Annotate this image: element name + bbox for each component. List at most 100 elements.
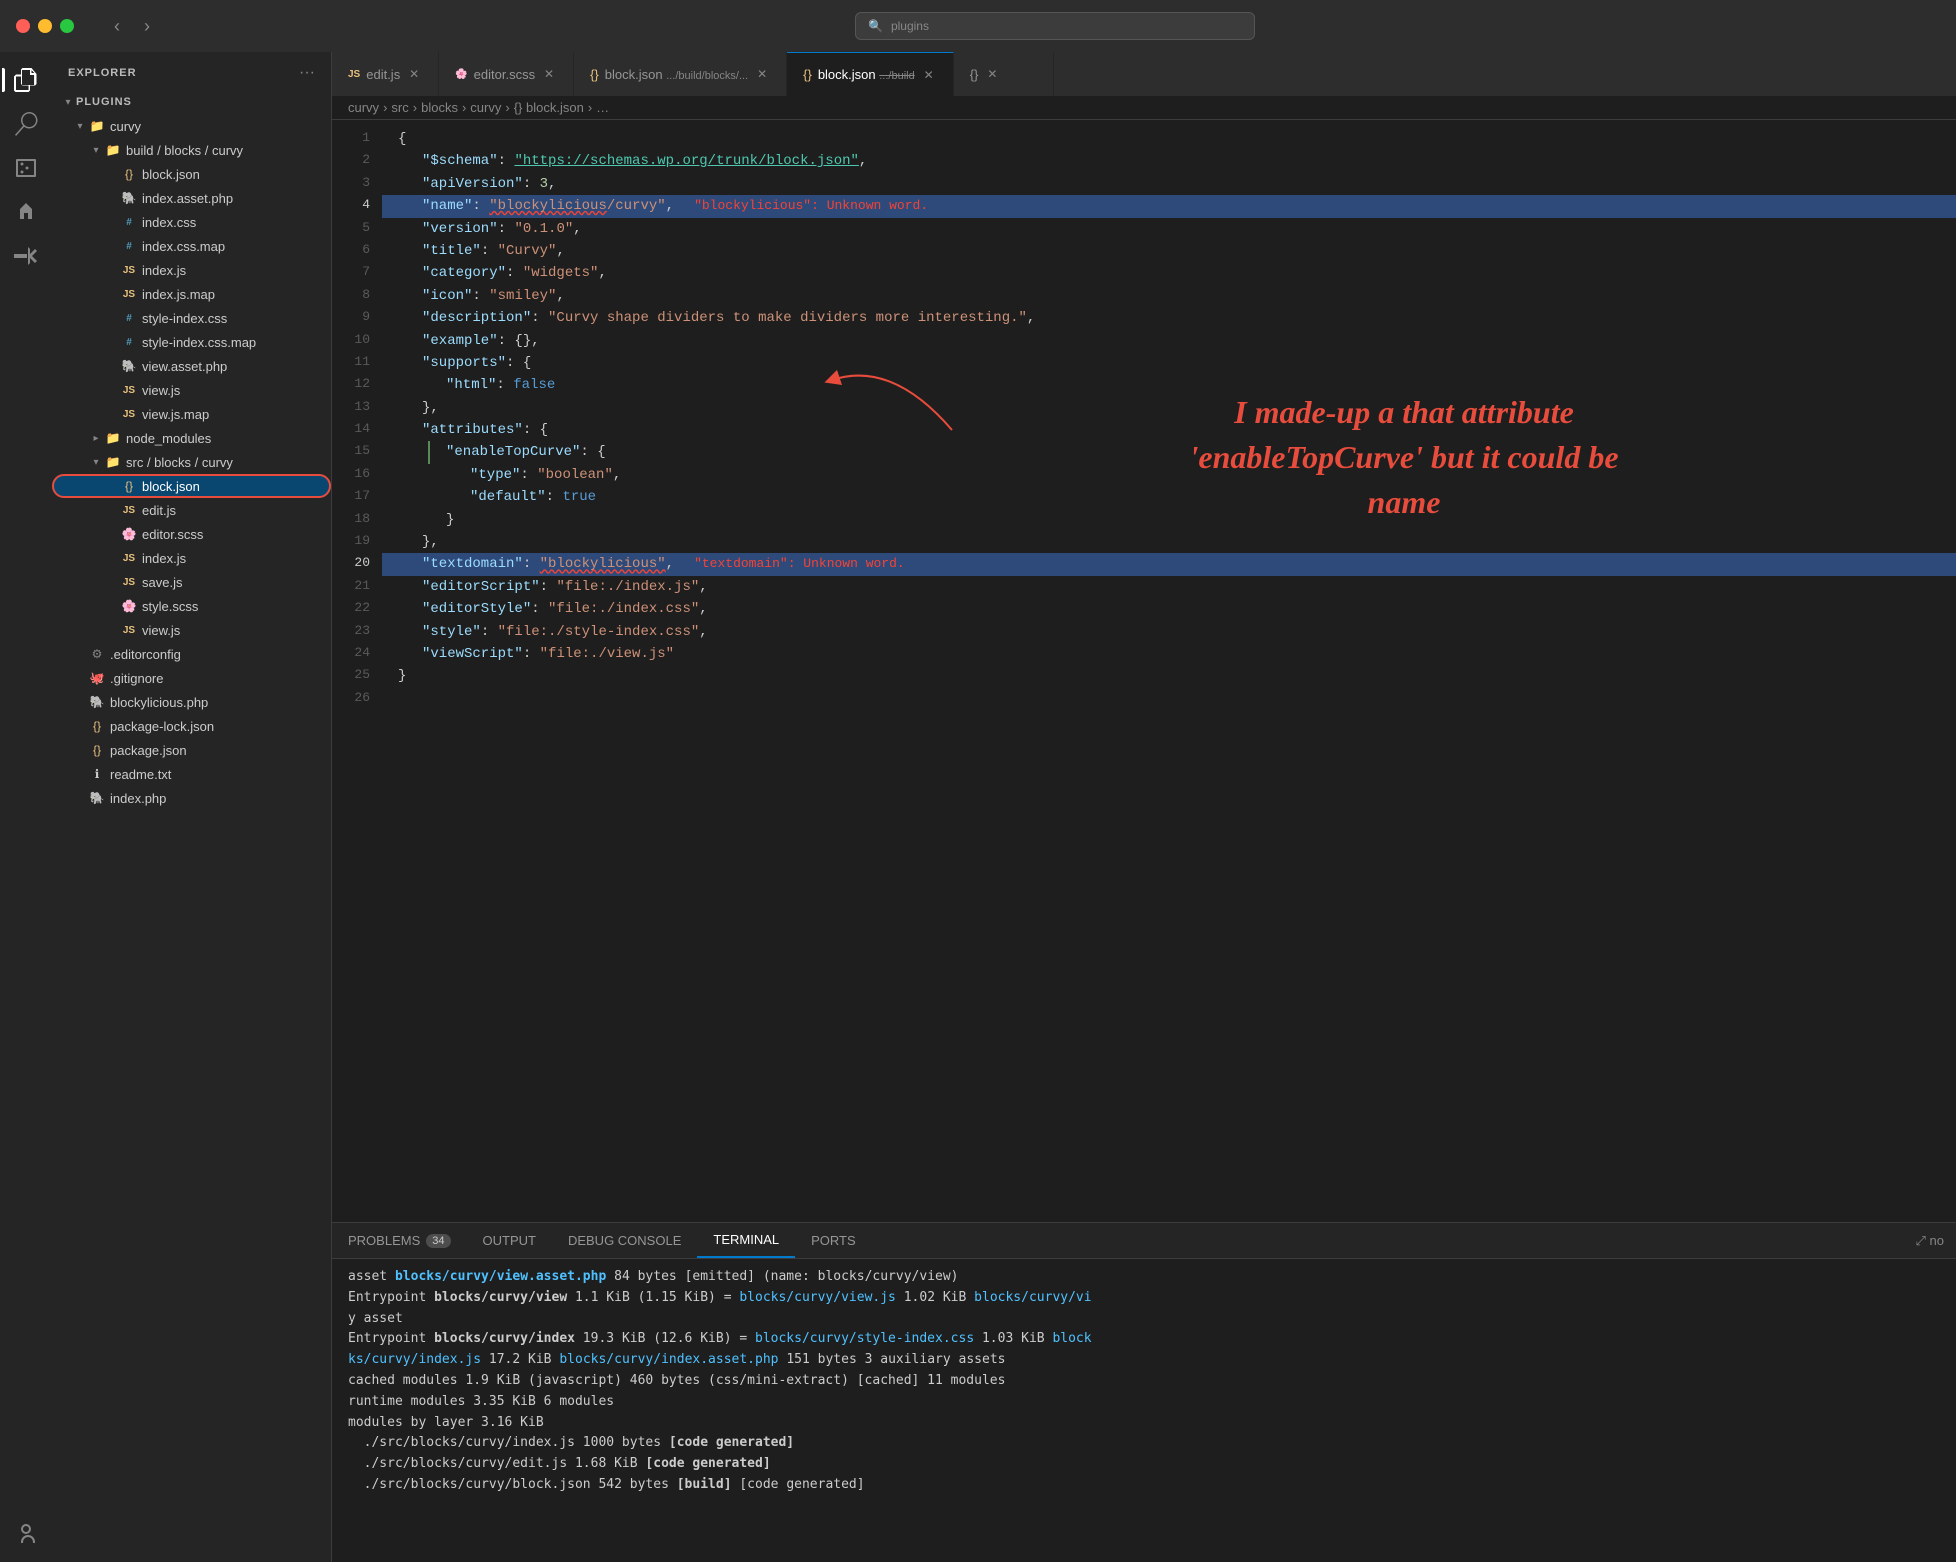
js-icon: JS <box>120 381 138 399</box>
panel-maximize-button[interactable]: ⤢ no <box>1916 1233 1956 1249</box>
code-line: "$schema": "https://schemas.wp.org/trunk… <box>382 150 1956 172</box>
minimize-button[interactable] <box>38 19 52 33</box>
tab-editor-scss[interactable]: 🌸 editor.scss ✕ <box>439 52 574 96</box>
tab-close-button[interactable]: ✕ <box>921 67 937 83</box>
sidebar-item-block-json-src[interactable]: ▸ {} block.json <box>52 474 331 498</box>
plugins-root[interactable]: ▾ PLUGINS <box>52 90 331 114</box>
tree-label: view.js.map <box>142 407 209 422</box>
js-icon: JS <box>120 405 138 423</box>
sidebar-item-editor-scss[interactable]: ▸ 🌸 editor.scss <box>52 522 331 546</box>
sidebar-item-index-asset-php[interactable]: ▸ 🐘 index.asset.php <box>52 186 331 210</box>
sidebar-item-style-index-css-map[interactable]: ▸ # style-index.css.map <box>52 330 331 354</box>
breadcrumb-part[interactable]: curvy <box>348 100 379 115</box>
code-line: "html": false <box>382 374 1956 396</box>
sidebar-item-view-js-map[interactable]: ▸ JS view.js.map <box>52 402 331 426</box>
tab-edit-js[interactable]: JS edit.js ✕ <box>332 52 439 96</box>
tab-close-button[interactable]: ✕ <box>754 66 770 82</box>
sidebar-item-style-scss[interactable]: ▸ 🌸 style.scss <box>52 594 331 618</box>
back-button[interactable]: ‹ <box>106 12 128 41</box>
sidebar-item-blockylicious-php[interactable]: ▸ 🐘 blockylicious.php <box>52 690 331 714</box>
js-icon: JS <box>120 261 138 279</box>
code-editor[interactable]: 1 2 3 4 5 6 7 8 9 10 11 12 13 14 15 16 1 <box>332 120 1956 1222</box>
sidebar-item-index-js-src[interactable]: ▸ JS index.js <box>52 546 331 570</box>
sidebar-item-curvy[interactable]: ▾ 📁 curvy <box>52 114 331 138</box>
explorer-icon[interactable] <box>6 60 46 100</box>
sidebar-item-edit-js[interactable]: ▸ JS edit.js <box>52 498 331 522</box>
code-line: "supports": { <box>382 352 1956 374</box>
breadcrumb-part[interactable]: blocks <box>421 100 458 115</box>
tab-ports[interactable]: PORTS <box>795 1223 872 1258</box>
terminal-line: ./src/blocks/curvy/edit.js 1.68 KiB [cod… <box>348 1454 1940 1475</box>
tree-label: package-lock.json <box>110 719 214 734</box>
sidebar-item-editorconfig[interactable]: ▸ ⚙ .editorconfig <box>52 642 331 666</box>
code-line: "editorScript": "file:./index.js", <box>382 576 1956 598</box>
sidebar-item-node-modules[interactable]: ▸ 📁 node_modules <box>52 426 331 450</box>
panel-tabs: PROBLEMS 34 OUTPUT DEBUG CONSOLE TERMINA… <box>332 1223 1956 1259</box>
breadcrumb-part[interactable]: src <box>391 100 408 115</box>
close-button[interactable] <box>16 19 30 33</box>
source-control-icon[interactable] <box>6 148 46 188</box>
css-icon: # <box>120 213 138 231</box>
js-icon: JS <box>120 573 138 591</box>
sidebar-item-view-js[interactable]: ▸ JS view.js <box>52 378 331 402</box>
run-debug-icon[interactable] <box>6 192 46 232</box>
search-bar[interactable]: 🔍 plugins <box>855 12 1255 40</box>
tab-close-button[interactable]: ✕ <box>406 66 422 82</box>
tree-label: index.js <box>142 551 186 566</box>
sidebar-item-readme[interactable]: ▸ ℹ readme.txt <box>52 762 331 786</box>
sidebar-item-src-blocks-curvy[interactable]: ▾ 📁 src / blocks / curvy <box>52 450 331 474</box>
breadcrumb-part[interactable]: {} block.json <box>514 100 584 115</box>
maximize-button[interactable] <box>60 19 74 33</box>
css-icon: # <box>120 333 138 351</box>
terminal-line: cached modules 1.9 KiB (javascript) 460 … <box>348 1371 1940 1392</box>
sidebar-item-package-json[interactable]: ▸ {} package.json <box>52 738 331 762</box>
tab-output[interactable]: OUTPUT <box>467 1223 552 1258</box>
sidebar-item-package-lock-json[interactable]: ▸ {} package-lock.json <box>52 714 331 738</box>
sidebar-item-index-css[interactable]: ▸ # index.css <box>52 210 331 234</box>
tab-label: {} <box>970 67 979 82</box>
search-icon-activity[interactable] <box>6 104 46 144</box>
tab-problems[interactable]: PROBLEMS 34 <box>332 1223 467 1258</box>
sidebar-menu-button[interactable]: ··· <box>299 64 315 82</box>
tab-label: block.json .../build/blocks/... <box>605 67 748 82</box>
sidebar-item-build-blocks-curvy[interactable]: ▾ 📁 build / blocks / curvy <box>52 138 331 162</box>
sidebar-item-gitignore[interactable]: ▸ 🐙 .gitignore <box>52 666 331 690</box>
sidebar-item-index-js[interactable]: ▸ JS index.js <box>52 258 331 282</box>
tree-label: view.asset.php <box>142 359 227 374</box>
php-icon: 🐘 <box>120 357 138 375</box>
php-icon: 🐘 <box>88 789 106 807</box>
sidebar-item-index-php[interactable]: ▸ 🐘 index.php <box>52 786 331 810</box>
tab-debug-console[interactable]: DEBUG CONSOLE <box>552 1223 697 1258</box>
tree-label: style-index.css.map <box>142 335 256 350</box>
tree-label: index.css.map <box>142 239 225 254</box>
code-line: "type": "boolean", <box>382 464 1956 486</box>
code-line: "viewScript": "file:./view.js" <box>382 643 1956 665</box>
sidebar-item-style-index-css[interactable]: ▸ # style-index.css <box>52 306 331 330</box>
problems-badge: 34 <box>426 1234 450 1248</box>
tab-block-json-build[interactable]: {} block.json .../build/blocks/... ✕ <box>574 52 787 96</box>
sidebar-item-save-js[interactable]: ▸ JS save.js <box>52 570 331 594</box>
code-line: "description": "Curvy shape dividers to … <box>382 307 1956 329</box>
sidebar-item-index-css-map[interactable]: ▸ # index.css.map <box>52 234 331 258</box>
json-icon: {} <box>120 477 138 495</box>
breadcrumb-part[interactable]: … <box>596 100 609 115</box>
sidebar-item-block-json-build[interactable]: ▸ {} block.json <box>52 162 331 186</box>
tab-terminal[interactable]: TERMINAL <box>697 1223 795 1258</box>
tab-block-json-src[interactable]: {} block.json .../build ✕ <box>787 52 954 96</box>
tree-label: block.json <box>142 479 200 494</box>
breadcrumb-part[interactable]: curvy <box>470 100 501 115</box>
code-line-highlighted: "name": "blockylicious/curvy","blockylic… <box>382 195 1956 217</box>
code-line: "title": "Curvy", <box>382 240 1956 262</box>
tab-extra[interactable]: {} ✕ <box>954 52 1054 96</box>
forward-button[interactable]: › <box>136 12 158 41</box>
sidebar-item-view-asset-php[interactable]: ▸ 🐘 view.asset.php <box>52 354 331 378</box>
tab-close-button[interactable]: ✕ <box>984 66 1000 82</box>
sidebar-item-view-js-src[interactable]: ▸ JS view.js <box>52 618 331 642</box>
tree-label: block.json <box>142 167 200 182</box>
extensions-icon[interactable] <box>6 236 46 276</box>
terminal-line: ks/curvy/index.js 17.2 KiB blocks/curvy/… <box>348 1350 1940 1371</box>
sidebar-item-index-js-map[interactable]: ▸ JS index.js.map <box>52 282 331 306</box>
code-line: { <box>382 128 1956 150</box>
account-icon[interactable] <box>6 1514 46 1554</box>
tab-close-button[interactable]: ✕ <box>541 66 557 82</box>
